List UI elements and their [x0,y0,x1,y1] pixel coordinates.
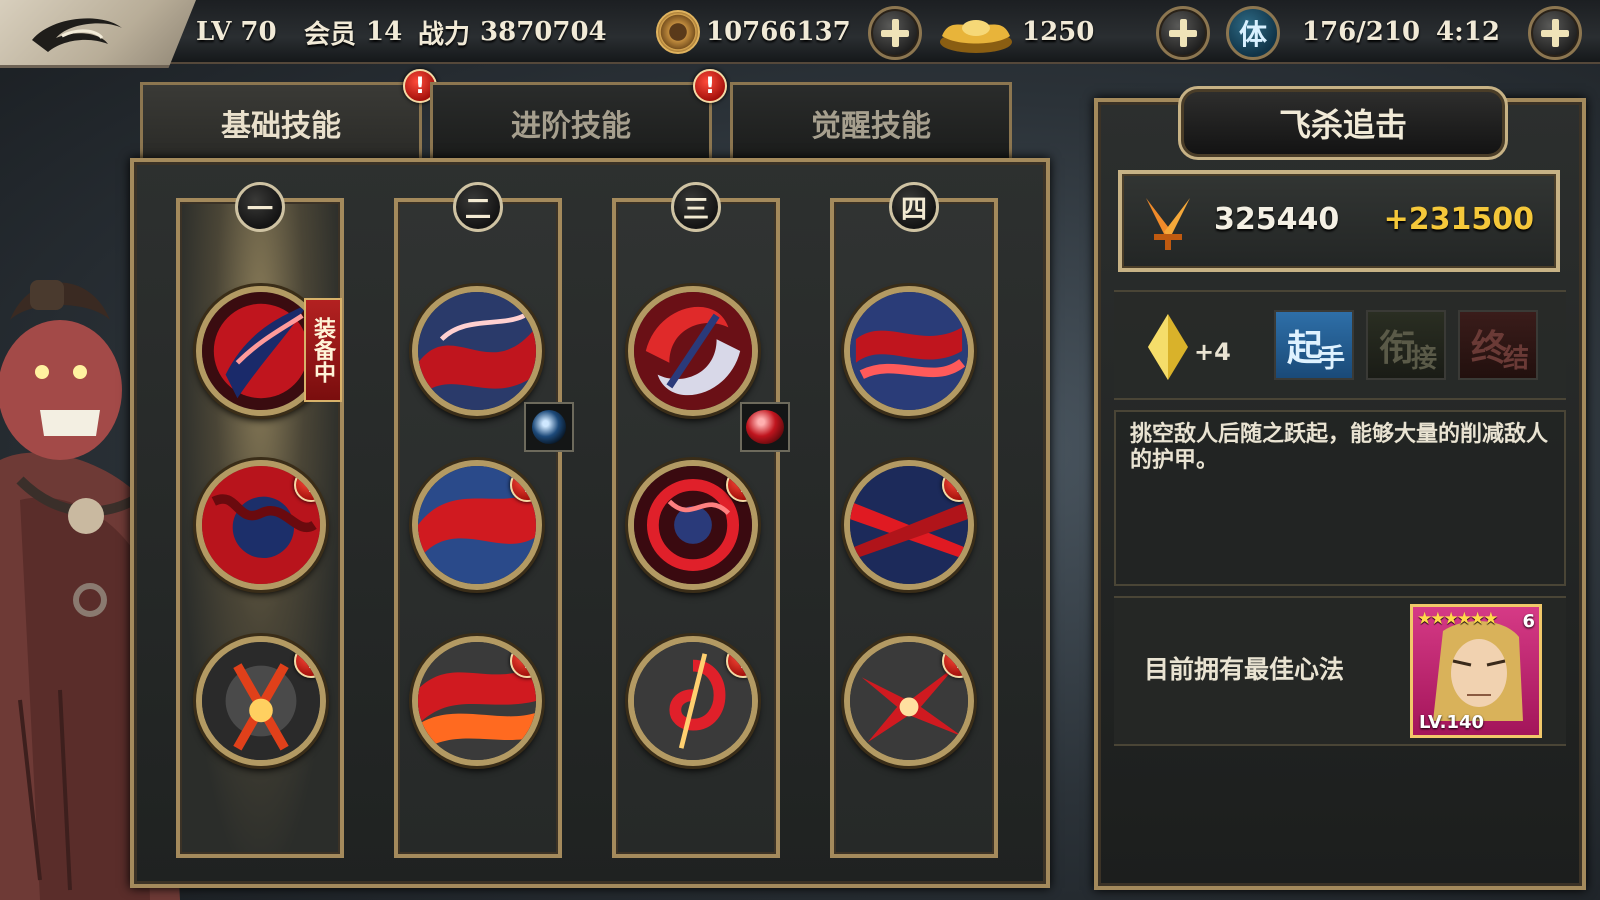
column-badge: 三 [671,182,721,232]
equipped-label: 装备中 [310,317,336,383]
add-ingots-button[interactable] [1156,6,1210,60]
hero-card[interactable]: ★★★★★★ 6 LV.140 [1410,604,1542,738]
tab-basic-skills[interactable]: 基础技能 ! [140,69,437,160]
tab-advanced-skills[interactable]: 进阶技能 ! [430,69,727,160]
skill-icon-1-3[interactable]: ! [196,636,326,766]
alert-badge: ! [693,69,727,103]
hero-awaken-count: 6 [1522,611,1535,632]
stamina-value: 176/210 [1302,17,1421,47]
red-gem-icon [740,402,790,452]
coin-stat: 10766137 [656,10,851,54]
skill-power-bonus: +231500 [1383,202,1534,237]
column-badge: 一 [235,182,285,232]
player-level: LV 70 [196,10,277,54]
level-text: LV 70 [196,17,277,47]
swirl-back-icon [32,18,122,52]
skill-description-box: 挑空敌人后随之跃起，能够大量的削减敌人的护甲。 [1114,410,1566,586]
hero-portrait [1433,621,1523,721]
combo-tag-link: 衔接 [1366,310,1446,380]
combo-tag-sub: 结 [1503,343,1529,374]
hero-stars: ★★★★★★ [1417,609,1498,629]
skill-power-value: 325440 [1214,202,1340,237]
skill-icon-3-1[interactable] [628,286,758,416]
skill-detail-panel: 飞杀追击 325440 +231500 +4 起手 衔接 终结 挑空敌人后随之跃… [1094,86,1586,890]
skill-icon-3-3[interactable]: ! [628,636,758,766]
stamina-icon-text: 体 [1238,18,1267,51]
coin-value: 10766137 [706,17,851,47]
combo-tag-sub: 手 [1319,343,1345,374]
skill-icon-4-2[interactable]: ! [844,460,974,590]
stamina-stat: 176/210 4:12 [1302,10,1500,54]
skill-icon-2-3[interactable]: ! [412,636,542,766]
red-slash-skill-icon [202,292,320,410]
column-badge: 二 [453,182,503,232]
crossed-swords-icon [1146,198,1190,250]
back-button[interactable] [0,0,196,68]
skill-icon-4-3[interactable]: ! [844,636,974,766]
blue-gem-icon [524,402,574,452]
alert-symbol: ! [414,73,426,99]
alert-symbol: ! [305,472,317,498]
add-coins-button[interactable] [868,6,922,60]
coin-icon [656,10,700,54]
gem-bonus: +4 [1194,338,1231,366]
combo-tag-finisher: 终结 [1458,310,1538,380]
crimson-wave-skill-icon [418,292,536,410]
alert-symbol: ! [737,648,749,674]
column-badge-text: 一 [246,194,273,225]
skill-icon-1-2[interactable]: ! [196,460,326,590]
red-orb [746,410,784,444]
dragon-fire-skill-icon [850,292,968,410]
hero-level: LV.140 [1419,712,1485,733]
skill-power-box: 325440 +231500 [1118,170,1560,272]
alert-symbol: ! [737,472,749,498]
blue-orb [532,410,566,444]
combo-tag-main: 衔 [1378,327,1415,369]
column-badge-text: 三 [682,194,709,225]
top-status-bar: LV 70 会员 14 战力 3870704 10766137 1250 体 1… [0,0,1600,68]
vip-label: 会员 [304,19,357,50]
skill-icon-4-1[interactable] [844,286,974,416]
tab-awakening-skills[interactable]: 觉醒技能 [730,82,1012,160]
combo-tag-main: 起 [1286,327,1323,369]
dual-crescent-skill-icon [634,292,752,410]
combo-type-row: +4 起手 衔接 终结 [1114,290,1566,400]
alert-symbol: ! [521,472,533,498]
equipped-tag: 装备中 [304,298,342,402]
combo-tag-sub: 接 [1411,343,1437,374]
alert-symbol: ! [953,472,965,498]
alert-symbol: ! [953,648,965,674]
alert-symbol: ! [305,648,317,674]
ingot-stat: 1250 [936,10,1094,54]
power-value: 3870704 [480,17,607,47]
stamina-timer: 4:12 [1436,17,1500,47]
diamond-gem-icon [1148,314,1188,380]
heart-method-label: 目前拥有最佳心法 [1144,655,1345,684]
column-badge-text: 二 [464,194,491,225]
combo-tag-opener: 起手 [1274,310,1354,380]
vip-value: 14 [366,17,403,47]
skill-icon-2-1[interactable] [412,286,542,416]
skill-icon-2-2[interactable]: ! [412,460,542,590]
skill-description: 挑空敌人后随之跃起，能够大量的削减敌人的护甲。 [1130,422,1549,473]
tab-advanced-skills-label: 进阶技能 [511,108,631,144]
skill-name: 飞杀追击 [1278,106,1407,144]
add-stamina-button[interactable] [1528,6,1582,60]
stamina-icon: 体 [1226,6,1280,60]
alert-symbol: ! [521,648,533,674]
tab-awakening-skills-label: 觉醒技能 [811,108,931,144]
skill-name-plate: 飞杀追击 [1178,86,1508,160]
skill-icon-3-2[interactable]: ! [628,460,758,590]
combat-power-stat: 战力 3870704 [418,10,607,54]
vip-stat: 会员 14 [304,10,402,54]
alert-symbol: ! [704,73,716,99]
combo-tag-main: 终 [1470,327,1507,369]
ingot-value: 1250 [1022,17,1095,47]
gold-ingot-icon [940,20,1012,53]
power-label: 战力 [418,19,471,50]
best-heart-method-row: 目前拥有最佳心法 ★★★★★★ 6 LV.140 [1114,596,1566,746]
column-badge: 四 [889,182,939,232]
tab-basic-skills-label: 基础技能 [221,108,341,144]
column-badge-text: 四 [900,194,927,225]
